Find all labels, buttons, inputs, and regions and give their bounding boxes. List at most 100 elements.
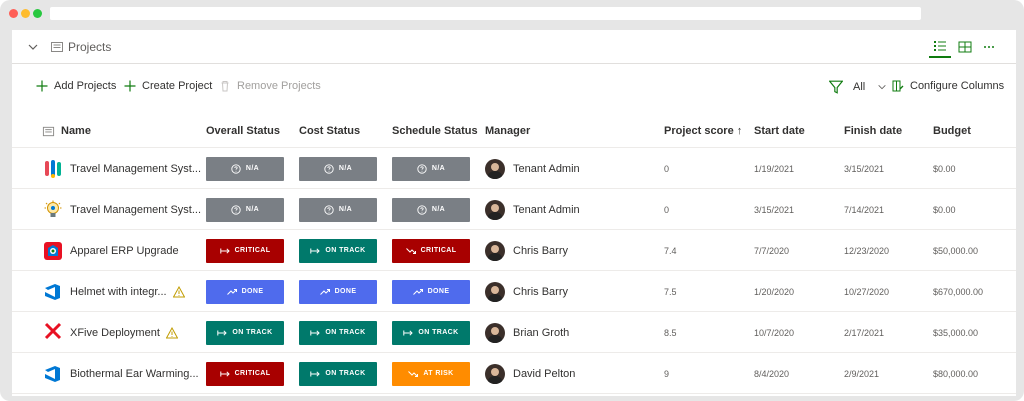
overall-status-badge[interactable]: N/A	[206, 197, 284, 222]
schedule-status-badge[interactable]: CRITICAL	[392, 238, 470, 263]
column-header-cost-status[interactable]: Cost Status	[299, 125, 360, 137]
cost-status-badge[interactable]: N/A	[299, 197, 377, 222]
trend-up-icon	[412, 288, 423, 295]
project-score: 0	[664, 163, 670, 174]
manager-cell[interactable]: Tenant Admin	[485, 148, 580, 189]
configure-columns-button[interactable]: Configure Columns	[892, 80, 1004, 92]
status-label: N/A	[245, 165, 260, 172]
overall-status-badge[interactable]: CRITICAL	[206, 238, 284, 263]
add-projects-button[interactable]: Add Projects	[36, 80, 116, 92]
overall-status-badge[interactable]: CRITICAL	[206, 361, 284, 386]
board-view-icon[interactable]	[958, 40, 972, 54]
minimize-window-dot[interactable]	[21, 9, 30, 18]
trend-down-icon	[408, 370, 419, 377]
warning-icon[interactable]	[172, 285, 185, 298]
manager-name: Brian Groth	[513, 326, 570, 339]
column-header-overall-status[interactable]: Overall Status	[206, 125, 280, 137]
list-view-button[interactable]	[929, 36, 951, 58]
address-bar[interactable]	[50, 7, 921, 20]
more-options-icon[interactable]	[982, 40, 996, 54]
table-row[interactable]: Travel Management Syst... N/A N/A N/A Tenant…	[12, 189, 1016, 230]
list-view-icon	[934, 41, 946, 51]
project-name[interactable]: XFive Deployment	[70, 327, 160, 339]
manager-name: Tenant Admin	[513, 203, 580, 216]
project-name[interactable]: Travel Management Syst...	[70, 163, 201, 175]
arrow-right-icon	[217, 329, 228, 336]
project-score: 8.5	[664, 327, 677, 338]
cost-status-badge[interactable]: N/A	[299, 156, 377, 181]
arrow-right-icon	[310, 370, 321, 377]
sort-ascending-icon: ↑	[736, 125, 743, 137]
close-window-dot[interactable]	[9, 9, 18, 18]
project-name[interactable]: Helmet with integr...	[70, 286, 167, 298]
manager-cell[interactable]: Tenant Admin	[485, 189, 580, 230]
create-project-button[interactable]: Create Project	[124, 80, 212, 92]
overall-status-badge[interactable]: ON TRACK	[206, 320, 284, 345]
status-label: N/A	[338, 206, 353, 213]
column-header-budget[interactable]: Budget	[933, 125, 971, 137]
filter-button[interactable]: All	[829, 80, 887, 94]
column-header-schedule-status[interactable]: Schedule Status	[392, 125, 478, 137]
column-header-project-score[interactable]: Project score ↑	[664, 125, 742, 137]
status-label: AT RISK	[423, 370, 454, 377]
finish-date: 2/9/2021	[844, 368, 880, 379]
maximize-window-dot[interactable]	[33, 9, 42, 18]
status-label: ON TRACK	[325, 370, 366, 377]
project-name[interactable]: Travel Management Syst...	[70, 204, 201, 216]
status-label: N/A	[431, 165, 446, 172]
overall-status-badge[interactable]: DONE	[206, 279, 284, 304]
trend-up-icon	[226, 288, 237, 295]
manager-name: Chris Barry	[513, 285, 569, 298]
table-row[interactable]: Helmet with integr... DONE DONE DONE Chris B…	[12, 271, 1016, 312]
cost-status-badge[interactable]: DONE	[299, 279, 377, 304]
cost-status-badge[interactable]: ON TRACK	[299, 361, 377, 386]
azure-devops-icon	[45, 365, 60, 382]
start-date: 1/20/2020	[754, 286, 795, 297]
manager-cell[interactable]: Chris Barry	[485, 230, 568, 271]
schedule-status-badge[interactable]: N/A	[392, 156, 470, 181]
help-circle-icon	[231, 204, 241, 215]
filter-value: All	[853, 81, 866, 93]
trash-icon	[221, 81, 229, 92]
project-name-cell[interactable]: Travel Management Syst...	[42, 189, 201, 230]
schedule-status-badge[interactable]: AT RISK	[392, 361, 470, 386]
configure-columns-icon	[892, 80, 904, 92]
table-row[interactable]: Travel Management Syst... N/A N/A N/A Tenant…	[12, 148, 1016, 189]
schedule-status-badge[interactable]: N/A	[392, 197, 470, 222]
arrow-right-icon	[219, 247, 230, 254]
manager-cell[interactable]: Brian Groth	[485, 312, 569, 353]
status-label: CRITICAL	[234, 247, 271, 254]
project-name-cell[interactable]: XFive Deployment	[42, 312, 178, 353]
help-circle-icon	[324, 163, 334, 174]
project-name-cell[interactable]: Helmet with integr...	[42, 271, 185, 312]
manager-cell[interactable]: Chris Barry	[485, 271, 568, 312]
chevron-down-icon[interactable]	[26, 40, 40, 54]
remove-projects-button[interactable]: Remove Projects	[219, 80, 321, 92]
schedule-status-badge[interactable]: DONE	[392, 279, 470, 304]
table-row[interactable]: XFive Deployment ON TRACK ON TRACK ON TRACK…	[12, 312, 1016, 353]
project-name[interactable]: Apparel ERP Upgrade	[70, 245, 179, 257]
cost-status-badge[interactable]: ON TRACK	[299, 238, 377, 263]
cost-status-badge[interactable]: ON TRACK	[299, 320, 377, 345]
overall-status-badge[interactable]: N/A	[206, 156, 284, 181]
warning-icon[interactable]	[165, 326, 178, 339]
trend-down-icon	[405, 247, 416, 254]
trend-up-icon	[319, 288, 330, 295]
project-name[interactable]: Biothermal Ear Warming...	[70, 368, 199, 380]
project-name-cell[interactable]: Biothermal Ear Warming...	[42, 353, 199, 394]
manager-cell[interactable]: David Pelton	[485, 353, 575, 394]
schedule-status-badge[interactable]: ON TRACK	[392, 320, 470, 345]
column-header-start-date[interactable]: Start date	[754, 125, 805, 137]
project-name-cell[interactable]: Travel Management Syst...	[42, 148, 201, 189]
column-header-finish-date[interactable]: Finish date	[844, 125, 902, 137]
column-header-manager[interactable]: Manager	[485, 125, 530, 137]
remove-projects-label: Remove Projects	[237, 80, 321, 92]
start-date: 8/4/2020	[754, 368, 790, 379]
column-header-name[interactable]: Name	[61, 125, 91, 137]
avatar	[485, 322, 505, 343]
project-name-cell[interactable]: Apparel ERP Upgrade	[42, 230, 179, 271]
table-row[interactable]: Apparel ERP Upgrade CRITICAL ON TRACK CRITI…	[12, 230, 1016, 271]
manager-name: Chris Barry	[513, 244, 569, 257]
start-date: 1/19/2021	[754, 163, 795, 174]
table-row[interactable]: Biothermal Ear Warming... CRITICAL ON TRAC…	[12, 353, 1016, 394]
